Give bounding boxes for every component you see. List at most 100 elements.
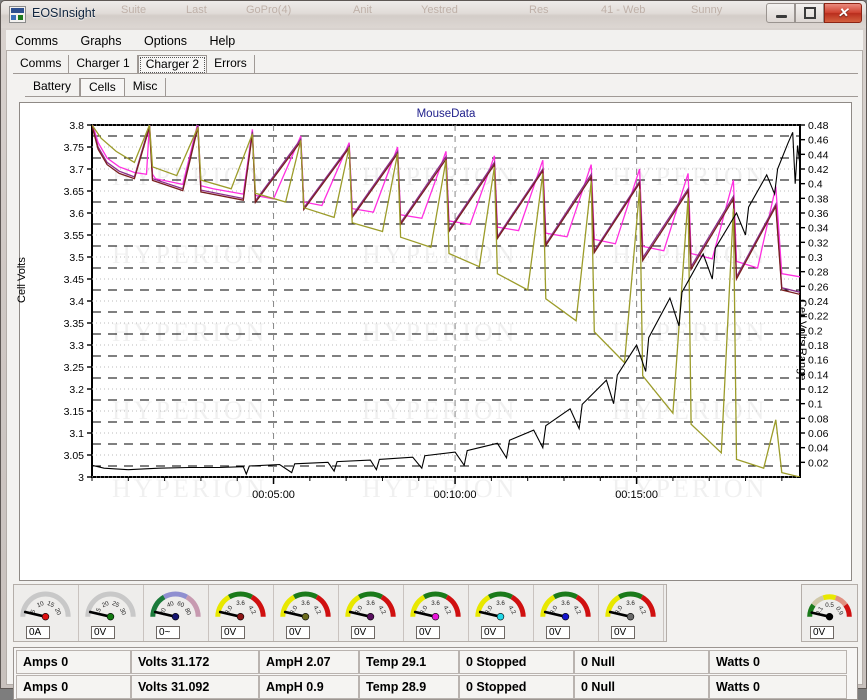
svg-text:20: 20 bbox=[101, 600, 111, 609]
status-cell: 0 Stopped bbox=[459, 650, 574, 674]
gauge-cell-7[interactable]: 3.0 3.6 4.2 0V bbox=[599, 585, 664, 641]
svg-text:0.28: 0.28 bbox=[808, 267, 829, 279]
menu-item-help[interactable]: Help bbox=[201, 30, 245, 50]
svg-text:4.2: 4.2 bbox=[377, 605, 388, 616]
status-cell: 0 Null bbox=[574, 675, 709, 699]
gauge-range[interactable]: 0.1 0.5 0.9 0V bbox=[802, 585, 857, 641]
gauge-row: 5 10 15 20 0A 15 20 25 30 0V 20 40 60 80 0~ 3.0 3.6 4.2 0V… bbox=[13, 584, 858, 644]
svg-text:3.6: 3.6 bbox=[236, 600, 245, 607]
ghost-label: Sunny bbox=[691, 4, 723, 16]
svg-text:0.36: 0.36 bbox=[808, 208, 829, 220]
gauge-cell-6[interactable]: 3.0 3.6 4.2 0V bbox=[534, 585, 599, 641]
gauge-cell-5[interactable]: 3.0 3.6 4.2 0V bbox=[469, 585, 534, 641]
gauge-cell-3[interactable]: 3.0 3.6 4.2 0V bbox=[339, 585, 404, 641]
svg-text:3.6: 3.6 bbox=[561, 600, 570, 607]
tab-charger-1[interactable]: Charger 1 bbox=[69, 55, 138, 73]
svg-text:0.46: 0.46 bbox=[808, 135, 829, 147]
menu-item-options[interactable]: Options bbox=[135, 30, 196, 50]
gauge-temp[interactable]: 20 40 60 80 0~ bbox=[144, 585, 209, 641]
svg-text:3.3: 3.3 bbox=[69, 340, 84, 352]
gauge-amps-value: 0A bbox=[26, 626, 50, 639]
svg-text:60: 60 bbox=[176, 600, 186, 609]
gauge-cell-4[interactable]: 3.0 3.6 4.2 0V bbox=[404, 585, 469, 641]
menu-item-comms[interactable]: Comms bbox=[6, 30, 67, 50]
svg-text:30: 30 bbox=[118, 607, 127, 617]
svg-text:4.2: 4.2 bbox=[572, 605, 583, 616]
gauge-cell-6-dial: 3.03.64.2 bbox=[540, 591, 591, 621]
secondary-tab-bar: Battery Cells Misc bbox=[25, 78, 167, 97]
svg-text:3.15: 3.15 bbox=[64, 406, 85, 418]
ghost-label: GoPro(4) bbox=[246, 4, 292, 16]
window-title: EOSInsight bbox=[32, 6, 96, 20]
svg-text:0.22: 0.22 bbox=[808, 311, 829, 323]
tab-errors[interactable]: Errors bbox=[207, 55, 255, 73]
gauge-panel: 5 10 15 20 0A 15 20 25 30 0V 20 40 60 80 0~ 3.0 3.6 4.2 0V… bbox=[13, 584, 667, 642]
svg-text:0.42: 0.42 bbox=[808, 164, 829, 176]
tab-cells[interactable]: Cells bbox=[80, 78, 125, 96]
svg-text:0.06: 0.06 bbox=[808, 428, 829, 440]
gauge-volts-dial: 1520 2530 bbox=[85, 591, 136, 621]
status-cell: 0 Null bbox=[574, 650, 709, 674]
close-button[interactable]: ✕ bbox=[824, 3, 862, 23]
minimize-button[interactable] bbox=[766, 3, 795, 23]
gauge-cell-1-dial: 3.03.64.2 bbox=[215, 591, 266, 621]
gauge-cell-2-dial: 3.03.64.2 bbox=[280, 591, 331, 621]
svg-text:3.55: 3.55 bbox=[64, 230, 85, 242]
status-cell: Watts 0 bbox=[709, 650, 847, 674]
svg-text:3.35: 3.35 bbox=[64, 318, 85, 330]
ghost-label: Last bbox=[186, 4, 207, 16]
tab-charger-2[interactable]: Charger 2 bbox=[137, 55, 208, 73]
svg-text:15: 15 bbox=[46, 600, 56, 609]
svg-text:00:05:00: 00:05:00 bbox=[252, 489, 295, 501]
tab-comms[interactable]: Comms bbox=[13, 55, 70, 73]
chart-container[interactable]: MouseData HYPERION HYPERION HYPERION HYPERIO… bbox=[16, 102, 852, 581]
gauge-cell-4-dial: 3.03.64.2 bbox=[410, 591, 461, 621]
app-icon bbox=[9, 6, 26, 23]
svg-text:3.6: 3.6 bbox=[496, 600, 505, 607]
status-cell: Amps 0 bbox=[16, 675, 131, 699]
gauge-cell-6-value: 0V bbox=[546, 626, 570, 639]
svg-text:0.48: 0.48 bbox=[808, 120, 829, 132]
svg-text:3.05: 3.05 bbox=[64, 450, 85, 462]
svg-text:3.6: 3.6 bbox=[69, 208, 84, 220]
svg-text:80: 80 bbox=[183, 607, 192, 617]
gauge-cell-2-value: 0V bbox=[286, 626, 310, 639]
svg-text:0.9: 0.9 bbox=[834, 606, 845, 617]
gauge-cell-1[interactable]: 3.0 3.6 4.2 0V bbox=[209, 585, 274, 641]
svg-text:0.38: 0.38 bbox=[808, 193, 829, 205]
svg-text:4.2: 4.2 bbox=[442, 605, 453, 616]
svg-text:0.1: 0.1 bbox=[808, 399, 823, 411]
svg-text:3.6: 3.6 bbox=[366, 600, 375, 607]
status-cell: Volts 31.092 bbox=[131, 675, 259, 699]
svg-text:3.1: 3.1 bbox=[69, 428, 84, 440]
svg-text:4.2: 4.2 bbox=[637, 605, 648, 616]
svg-text:4.2: 4.2 bbox=[507, 605, 518, 616]
gauge-volts[interactable]: 15 20 25 30 0V bbox=[79, 585, 144, 641]
primary-tab-bar: Comms Charger 1 Charger 2 Errors bbox=[13, 55, 255, 74]
svg-text:0.34: 0.34 bbox=[808, 223, 829, 235]
menu-item-graphs[interactable]: Graphs bbox=[72, 30, 131, 50]
maximize-button[interactable] bbox=[795, 3, 824, 23]
status-cell: Temp 29.1 bbox=[359, 650, 459, 674]
tab-misc[interactable]: Misc bbox=[125, 78, 167, 96]
tab-battery[interactable]: Battery bbox=[25, 78, 81, 96]
svg-text:4.2: 4.2 bbox=[312, 605, 323, 616]
gauge-amps[interactable]: 5 10 15 20 0A bbox=[14, 585, 79, 641]
svg-text:0.04: 0.04 bbox=[808, 443, 829, 455]
svg-text:3.4: 3.4 bbox=[69, 296, 84, 308]
status-cell: AmpH 2.07 bbox=[259, 650, 359, 674]
svg-text:0.18: 0.18 bbox=[808, 340, 829, 352]
svg-text:0.08: 0.08 bbox=[808, 413, 829, 425]
status-cell: Watts 0 bbox=[709, 675, 847, 699]
gauge-panel-range: 0.1 0.5 0.9 0V bbox=[801, 584, 858, 642]
svg-text:0.3: 0.3 bbox=[808, 252, 823, 264]
status-grid: Amps 0 Volts 31.172 AmpH 2.07 Temp 29.1 0 St… bbox=[13, 647, 858, 700]
svg-text:0.12: 0.12 bbox=[808, 384, 829, 396]
svg-text:3: 3 bbox=[78, 472, 84, 484]
svg-text:10: 10 bbox=[36, 600, 46, 609]
gauge-temp-value: 0~ bbox=[156, 626, 180, 639]
gauge-volts-value: 0V bbox=[91, 626, 115, 639]
gauge-cell-2[interactable]: 3.0 3.6 4.2 0V bbox=[274, 585, 339, 641]
svg-text:0.14: 0.14 bbox=[808, 369, 829, 381]
svg-text:20: 20 bbox=[53, 607, 62, 617]
